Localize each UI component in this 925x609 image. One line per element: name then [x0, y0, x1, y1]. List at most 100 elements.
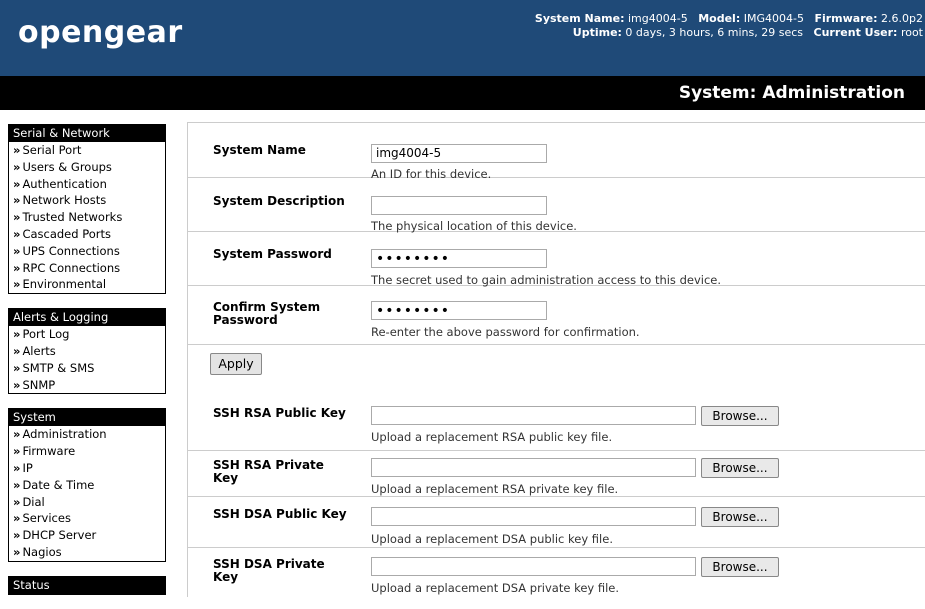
nav-arrow-icon: »: [13, 343, 21, 358]
ssh-dsa-private-hint: Upload a replacement DSA private key fil…: [371, 581, 620, 595]
system-description-hint: The physical location of this device.: [371, 219, 577, 233]
nav-arrow-icon: »: [13, 544, 21, 559]
sidebar-item[interactable]: » Serial Port: [9, 142, 165, 159]
system-name-row: System Name img4004-5 An ID for this dev…: [188, 123, 925, 181]
nav-arrow-icon: »: [13, 143, 21, 157]
apply-button[interactable]: Apply: [210, 353, 262, 375]
ssh-dsa-private-file-input[interactable]: [371, 557, 696, 576]
current-user-label: Current User:: [813, 26, 898, 39]
system-info: System Name: img4004-5 Model: IMG4004-5 …: [535, 12, 923, 40]
nav-arrow-icon: »: [13, 327, 21, 342]
sidebar-item[interactable]: » RPC Connections: [9, 260, 165, 277]
sidebar-item-label: Users & Groups: [22, 159, 112, 174]
ssh-rsa-private-label: SSH RSA Private Key: [213, 458, 324, 485]
sidebar-item-label: RPC Connections: [22, 260, 121, 275]
sidebar-item[interactable]: » Administration: [9, 426, 165, 443]
sidebar-item-label: IP: [22, 460, 33, 475]
sidebar-item[interactable]: » Nagios: [9, 544, 165, 561]
sidebar-item-label: Port Log: [22, 327, 70, 342]
nav-arrow-icon: »: [13, 511, 21, 526]
nav-group: Alerts & Logging» Port Log» Alerts» SMTP & …: [8, 308, 166, 395]
sidebar-item-label: Network Hosts: [22, 193, 107, 208]
firmware-value: 2.6.0p2: [881, 12, 923, 25]
system-password-label: System Password: [213, 247, 332, 261]
system-name-value: img4004-5: [628, 12, 688, 25]
sidebar-item[interactable]: » Network Hosts: [9, 192, 165, 209]
header-bar: opengear System Name: img4004-5 Model: I…: [0, 0, 925, 77]
sidebar-item-label: Authentication: [22, 176, 107, 191]
nav-arrow-icon: »: [13, 360, 21, 375]
nav-group: Status: [8, 575, 166, 595]
ssh-dsa-public-browse-button[interactable]: Browse...: [701, 507, 779, 527]
ssh-dsa-public-file-input[interactable]: [371, 507, 696, 526]
ssh-dsa-private-browse-button[interactable]: Browse...: [701, 557, 779, 577]
system-password-input[interactable]: ••••••••: [371, 249, 547, 268]
sidebar-item[interactable]: » Firmware: [9, 443, 165, 460]
sidebar-item[interactable]: » Dial: [9, 494, 165, 511]
uptime-label: Uptime:: [572, 26, 622, 39]
sidebar-item-label: SNMP: [22, 377, 56, 392]
sidebar-item-label: Firmware: [22, 444, 76, 459]
sidebar-item[interactable]: » DHCP Server: [9, 527, 165, 544]
sidebar-item-label: DHCP Server: [22, 528, 97, 543]
sidebar-item[interactable]: » UPS Connections: [9, 243, 165, 260]
sidebar-item[interactable]: » SNMP: [9, 377, 165, 394]
sidebar-item-label: SMTP & SMS: [22, 360, 95, 375]
ssh-rsa-public-row: SSH RSA Public Key Browse... Upload a re…: [188, 405, 925, 451]
page-title: System: Administration: [678, 83, 905, 103]
system-info-line-2: Uptime: 0 days, 3 hours, 6 mins, 29 secs…: [535, 26, 923, 40]
nav-arrow-icon: »: [13, 377, 21, 392]
nav-arrow-icon: »: [13, 528, 21, 543]
nav-arrow-icon: »: [13, 477, 21, 492]
opengear-logo[interactable]: opengear: [18, 15, 183, 50]
sidebar-item-label: Alerts: [22, 343, 56, 358]
nav-arrow-icon: »: [13, 210, 21, 225]
ssh-rsa-private-file-input[interactable]: [371, 458, 696, 477]
nav-arrow-icon: »: [13, 159, 21, 174]
nav-arrow-icon: »: [13, 460, 21, 475]
ssh-rsa-public-file-input[interactable]: [371, 406, 696, 425]
ssh-rsa-public-browse-button[interactable]: Browse...: [701, 406, 779, 426]
sidebar-item-label: Date & Time: [22, 477, 95, 492]
sidebar-item[interactable]: » Cascaded Ports: [9, 226, 165, 243]
system-info-line-1: System Name: img4004-5 Model: IMG4004-5 …: [535, 12, 923, 26]
sidebar-item-label: Trusted Networks: [22, 210, 123, 225]
sidebar-item[interactable]: » Port Log: [9, 326, 165, 343]
sidebar-item[interactable]: » Services: [9, 510, 165, 527]
confirm-password-input[interactable]: ••••••••: [371, 301, 547, 320]
uptime-value: 0 days, 3 hours, 6 mins, 29 secs: [625, 26, 804, 39]
system-name-input[interactable]: img4004-5: [371, 144, 547, 163]
sidebar-item[interactable]: » Date & Time: [9, 477, 165, 494]
sidebar-item[interactable]: » IP: [9, 460, 165, 477]
ssh-dsa-private-row: SSH DSA Private Key Browse... Upload a r…: [188, 548, 925, 597]
nav-arrow-icon: »: [13, 260, 21, 275]
nav-group-title: Alerts & Logging: [9, 309, 165, 327]
sidebar-item-label: Serial Port: [22, 143, 82, 157]
sidebar-item-label: Environmental: [22, 277, 107, 292]
sidebar-item[interactable]: » Environmental: [9, 276, 165, 293]
sidebar-item[interactable]: » SMTP & SMS: [9, 360, 165, 377]
sidebar-item[interactable]: » Authentication: [9, 176, 165, 193]
sidebar-item[interactable]: » Alerts: [9, 343, 165, 360]
confirm-password-row: Confirm System Password •••••••• Re-ente…: [188, 286, 925, 345]
sidebar-item-label: Cascaded Ports: [22, 226, 111, 241]
nav-arrow-icon: »: [13, 176, 21, 191]
nav-arrow-icon: »: [13, 226, 21, 241]
nav-arrow-icon: »: [13, 243, 21, 258]
nav-group-title: System: [9, 409, 165, 427]
ssh-dsa-public-hint: Upload a replacement DSA public key file…: [371, 532, 613, 546]
sidebar-item-label: UPS Connections: [22, 243, 120, 258]
system-name-label: System Name:: [534, 12, 625, 25]
confirm-password-label: Confirm System Password: [213, 300, 321, 327]
system-password-row: System Password •••••••• The secret used…: [188, 232, 925, 287]
ssh-rsa-private-browse-button[interactable]: Browse...: [701, 458, 779, 478]
ssh-rsa-public-label: SSH RSA Public Key: [213, 406, 346, 420]
ssh-rsa-private-hint: Upload a replacement RSA private key fil…: [371, 482, 619, 496]
model-label: Model:: [698, 12, 741, 25]
ssh-dsa-public-row: SSH DSA Public Key Browse... Upload a re…: [188, 497, 925, 548]
sidebar-item-label: Nagios: [22, 544, 62, 559]
sidebar-item[interactable]: » Users & Groups: [9, 159, 165, 176]
system-description-input[interactable]: [371, 196, 547, 215]
sidebar-item[interactable]: » Trusted Networks: [9, 209, 165, 226]
system-description-label: System Description: [213, 194, 345, 208]
